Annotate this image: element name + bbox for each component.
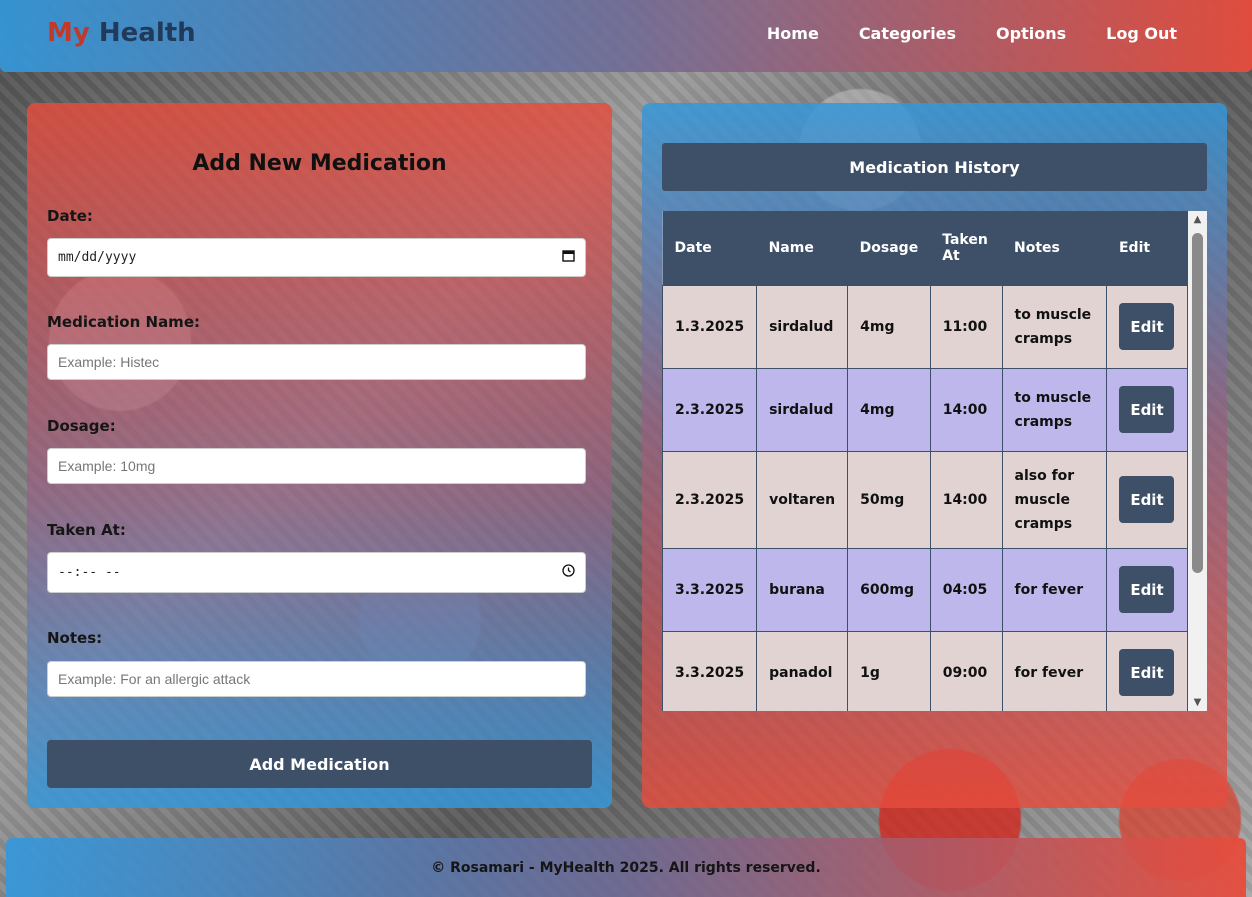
cell-dosage: 600mg — [847, 547, 931, 632]
cell-taken-at: 09:00 — [929, 630, 1003, 711]
column-header-taken-at: Taken At — [930, 211, 1003, 285]
cell-dosage: 50mg — [847, 450, 931, 549]
add-medication-button[interactable]: Add Medication — [47, 740, 592, 788]
scroll-up-arrow-icon[interactable]: ▲ — [1188, 211, 1207, 228]
cell-name: burana — [756, 547, 849, 632]
date-label: Date: — [47, 207, 93, 225]
table-row: 1.3.2025 sirdalud 4mg 11:00 to muscle cr… — [662, 284, 1188, 369]
cell-date: 3.3.2025 — [662, 547, 758, 632]
date-input[interactable]: mm/dd/yyyy — [47, 238, 586, 277]
medication-name-input[interactable]: Example: Histec — [47, 344, 586, 380]
column-header-name: Name — [756, 211, 848, 285]
column-header-notes: Notes — [1002, 211, 1107, 285]
nav-categories-link[interactable]: Categories — [859, 24, 956, 43]
logo-my: My — [47, 18, 90, 48]
scroll-down-arrow-icon[interactable]: ▼ — [1188, 694, 1207, 711]
dosage-placeholder: Example: 10mg — [58, 458, 156, 474]
nav-home-link[interactable]: Home — [767, 24, 819, 43]
cell-dosage: 4mg — [847, 367, 931, 452]
cell-name: panadol — [756, 630, 849, 711]
cell-taken-at: 04:05 — [929, 547, 1003, 632]
scroll-thumb[interactable] — [1192, 233, 1203, 573]
cell-notes: to muscle cramps — [1001, 367, 1108, 452]
table-row: 3.3.2025 burana 600mg 04:05 for fever Ed… — [662, 547, 1188, 632]
clock-icon[interactable] — [562, 564, 575, 581]
cell-taken-at: 11:00 — [929, 284, 1003, 369]
notes-label: Notes: — [47, 629, 103, 647]
calendar-icon[interactable] — [562, 249, 575, 266]
cell-date: 2.3.2025 — [662, 450, 758, 549]
dosage-label: Dosage: — [47, 417, 116, 435]
history-title: Medication History — [662, 143, 1207, 191]
cell-name: sirdalud — [756, 367, 849, 452]
cell-notes: for fever — [1001, 630, 1108, 711]
footer-text: © Rosamari - MyHealth 2025. All rights r… — [431, 859, 821, 876]
cell-edit: Edit — [1106, 450, 1188, 549]
form-title: Add New Medication — [192, 151, 447, 176]
column-header-date: Date — [662, 211, 757, 285]
cell-notes: also for muscle cramps — [1001, 450, 1108, 549]
cell-notes: for fever — [1001, 547, 1108, 632]
table-row: 3.3.2025 panadol 1g 09:00 for fever Edit — [662, 630, 1188, 711]
cell-notes: to muscle cramps — [1001, 284, 1108, 369]
cell-name: voltaren — [756, 450, 849, 549]
site-logo[interactable]: My Health — [47, 18, 196, 48]
edit-button[interactable]: Edit — [1119, 386, 1175, 433]
cell-date: 1.3.2025 — [662, 284, 758, 369]
dosage-input[interactable]: Example: 10mg — [47, 448, 586, 484]
cell-dosage: 1g — [847, 630, 931, 711]
logo-health: Health — [98, 18, 196, 48]
cell-edit: Edit — [1106, 630, 1188, 711]
table-row: 2.3.2025 sirdalud 4mg 14:00 to muscle cr… — [662, 367, 1188, 452]
notes-placeholder: Example: For an allergic attack — [58, 671, 251, 687]
notes-input[interactable]: Example: For an allergic attack — [47, 661, 586, 697]
cell-edit: Edit — [1106, 547, 1188, 632]
history-scrollbar[interactable]: ▲ ▼ — [1188, 211, 1207, 711]
nav-options-link[interactable]: Options — [996, 24, 1066, 43]
cell-edit: Edit — [1106, 367, 1188, 452]
table-row: 2.3.2025 voltaren 50mg 14:00 also for mu… — [662, 450, 1188, 549]
edit-button[interactable]: Edit — [1119, 649, 1175, 696]
cell-date: 2.3.2025 — [662, 367, 758, 452]
cell-edit: Edit — [1106, 284, 1188, 369]
site-footer: © Rosamari - MyHealth 2025. All rights r… — [6, 838, 1246, 897]
date-input-value: mm/dd/yyyy — [58, 250, 137, 265]
edit-button[interactable]: Edit — [1119, 476, 1175, 523]
cell-name: sirdalud — [756, 284, 849, 369]
edit-button[interactable]: Edit — [1119, 566, 1175, 613]
medication-name-placeholder: Example: Histec — [58, 354, 160, 370]
medication-history-panel: Medication History Date Name Dosage Take… — [642, 103, 1227, 808]
cell-taken-at: 14:00 — [929, 450, 1003, 549]
cell-dosage: 4mg — [847, 284, 931, 369]
add-medication-panel: Add New Medication Date: mm/dd/yyyy Medi… — [27, 103, 612, 808]
cell-taken-at: 14:00 — [929, 367, 1003, 452]
main-nav: Home Categories Options Log Out — [767, 24, 1177, 43]
taken-at-label: Taken At: — [47, 521, 126, 539]
medication-name-label: Medication Name: — [47, 313, 200, 331]
history-table: Date Name Dosage Taken At Notes Edit 1.3… — [662, 211, 1188, 711]
site-header: My Health Home Categories Options Log Ou… — [0, 0, 1252, 72]
column-header-dosage: Dosage — [847, 211, 931, 285]
edit-button[interactable]: Edit — [1119, 303, 1175, 350]
nav-logout-link[interactable]: Log Out — [1106, 24, 1177, 43]
taken-at-input[interactable]: --:-- -- — [47, 552, 586, 593]
column-header-edit: Edit — [1106, 211, 1188, 285]
cell-date: 3.3.2025 — [662, 630, 758, 711]
history-table-container[interactable]: Date Name Dosage Taken At Notes Edit 1.3… — [662, 211, 1207, 711]
taken-at-value: --:-- -- — [58, 565, 121, 580]
